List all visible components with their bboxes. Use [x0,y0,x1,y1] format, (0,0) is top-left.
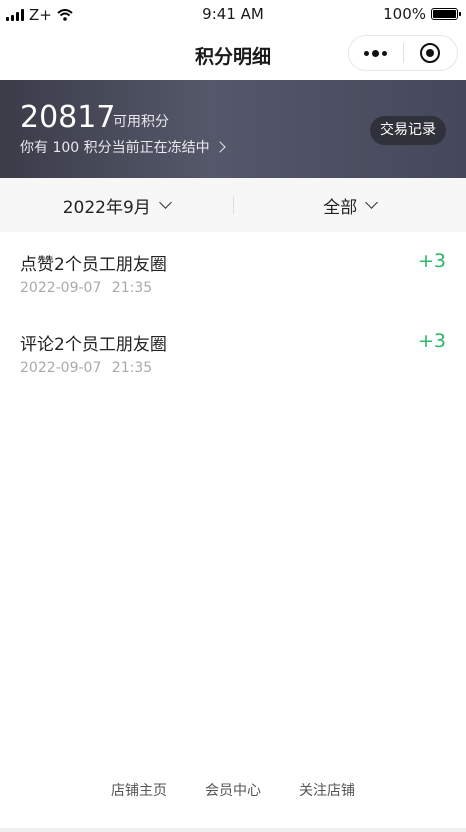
month-filter[interactable]: 2022年9月 [0,193,233,218]
record-points: +3 [417,250,446,272]
points-banner: 20817 可用积分 你有 100 积分当前正在冻结中 交易记录 [0,80,466,178]
filter-bar: 2022年9月 全部 [0,178,466,232]
list-item: 评论2个员工朋友圈 2022-09-07 21:35 +3 [0,312,466,392]
transactions-button[interactable]: 交易记录 [370,116,446,145]
chevron-right-icon [213,141,226,153]
frozen-text: 你有 100 积分当前正在冻结中 [20,140,210,156]
close-target-icon [420,43,441,63]
frozen-points-link[interactable]: 你有 100 积分当前正在冻结中 [20,137,226,157]
bottom-divider [0,828,466,832]
chevron-down-icon [365,196,379,209]
type-filter-label: 全部 [323,197,358,218]
type-filter[interactable]: 全部 [234,193,466,218]
record-time: 2022-09-07 21:35 [20,280,153,296]
more-button[interactable] [349,36,403,70]
list-item: 点赞2个员工朋友圈 2022-09-07 21:35 +3 [0,232,466,312]
footer-link-store-home[interactable]: 店铺主页 [111,780,167,800]
close-button[interactable] [404,36,458,70]
points-value: 20817 [20,100,116,135]
more-dots-icon [364,49,388,57]
battery-percent: 100% [383,5,426,23]
record-time: 2022-09-07 21:35 [20,360,153,376]
status-bar: Z+ 9:41 AM 100% [0,0,466,30]
chevron-down-icon [158,196,172,209]
status-right: 100% [383,5,461,23]
footer-links: 店铺主页 会员中心 关注店铺 [0,780,466,800]
record-title: 点赞2个员工朋友圈 [20,255,167,275]
battery-icon [431,8,461,20]
footer-link-follow-store[interactable]: 关注店铺 [299,780,355,800]
points-label: 可用积分 [113,114,169,130]
month-filter-label: 2022年9月 [62,197,151,218]
nav-bar: 积分明细 [0,30,466,80]
mini-program-capsule [348,35,458,71]
record-points: +3 [417,330,446,352]
record-title: 评论2个员工朋友圈 [20,335,167,355]
footer-link-member-center[interactable]: 会员中心 [205,780,261,800]
